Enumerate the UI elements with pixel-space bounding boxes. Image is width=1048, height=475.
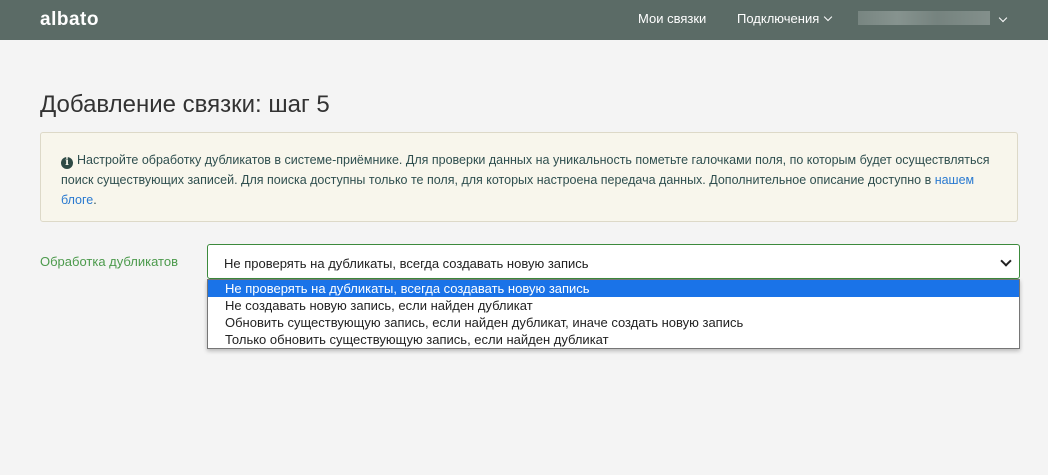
user-account-menu[interactable] <box>858 11 990 25</box>
alert-message: Настройте обработку дубликатов в системе… <box>61 153 990 187</box>
duplicates-label: Обработка дубликатов <box>40 254 178 269</box>
info-alert: i Настройте обработку дубликатов в систем… <box>40 132 1018 222</box>
chevron-down-icon <box>998 13 1008 23</box>
alert-text: i Настройте обработку дубликатов в систем… <box>61 150 1001 210</box>
top-navbar: albato Мои связки Подключения <box>0 0 1048 40</box>
duplicates-dropdown-list: Не проверять на дубликаты, всегда создав… <box>207 279 1020 349</box>
chevron-down-icon <box>824 12 833 22</box>
chevron-down-icon <box>1000 255 1012 267</box>
option-no-check[interactable]: Не проверять на дубликаты, всегда создав… <box>208 280 1019 297</box>
option-skip-if-duplicate[interactable]: Не создавать новую запись, если найден д… <box>208 297 1019 314</box>
page-title: Добавление связки: шаг 5 <box>40 91 330 118</box>
option-update-only[interactable]: Только обновить существующую запись, есл… <box>208 331 1019 348</box>
nav-my-connections[interactable]: Мои связки <box>638 11 706 26</box>
duplicates-select[interactable]: Не проверять на дубликаты, всегда создав… <box>207 244 1020 279</box>
duplicates-select-value: Не проверять на дубликаты, всегда создав… <box>224 256 589 271</box>
option-update-or-create[interactable]: Обновить существующую запись, если найде… <box>208 314 1019 331</box>
nav-connections-dropdown[interactable]: Подключения <box>737 11 833 26</box>
nav-connections-label: Подключения <box>737 11 820 26</box>
alert-end: . <box>93 193 97 207</box>
user-menu-toggle[interactable] <box>994 12 1008 27</box>
albato-logo[interactable]: albato <box>40 9 99 31</box>
info-circle-icon: i <box>61 157 73 169</box>
